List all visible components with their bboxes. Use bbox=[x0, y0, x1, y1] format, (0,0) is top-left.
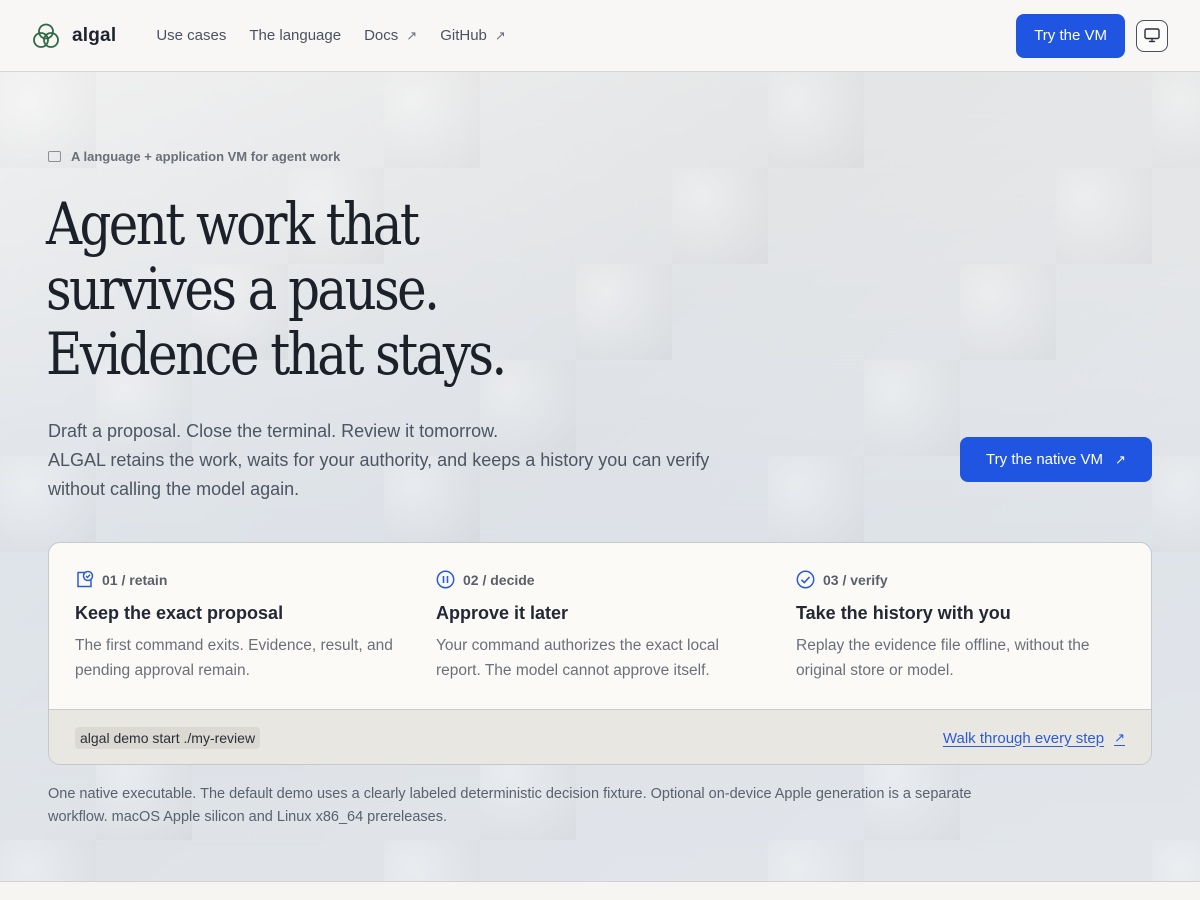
background-tile bbox=[768, 840, 864, 882]
background-tile bbox=[960, 264, 1056, 360]
headline-line: Agent work that bbox=[46, 190, 420, 258]
headline-line: survives a pause. bbox=[46, 255, 440, 323]
background-tile bbox=[384, 72, 480, 168]
external-link-icon: ↗ bbox=[1115, 451, 1126, 467]
step-body: Replay the evidence file offline, withou… bbox=[796, 637, 1090, 679]
demo-command[interactable]: algal demo start ./my-review bbox=[75, 727, 261, 749]
card-footer: algal demo start ./my-review Walk throug… bbox=[49, 709, 1151, 764]
terminal-icon bbox=[48, 151, 61, 162]
brand-logo[interactable]: algal bbox=[32, 22, 116, 50]
nav-label: GitHub bbox=[440, 27, 487, 44]
next-section-edge bbox=[0, 881, 1200, 900]
brand-name: algal bbox=[72, 24, 117, 46]
walkthrough-link[interactable]: Walk through every step ↗ bbox=[943, 730, 1125, 747]
step-tag-text: 01 / retain bbox=[102, 571, 168, 588]
step-tag-decide: 02 / decide bbox=[436, 570, 535, 589]
header-actions: Try the VM bbox=[1016, 13, 1168, 58]
eyebrow-text: A language + application VM for agent wo… bbox=[71, 149, 341, 164]
try-vm-button[interactable]: Try the VM bbox=[1016, 13, 1125, 58]
background-tile bbox=[384, 840, 480, 882]
steps-card: 01 / retain Keep the exact proposal The … bbox=[48, 542, 1152, 765]
button-label: Try the native VM bbox=[986, 451, 1104, 468]
nav-label: Use cases bbox=[156, 27, 227, 44]
headline-line: Evidence that stays. bbox=[46, 320, 507, 388]
pause-icon bbox=[436, 570, 455, 589]
step-body: Your command authorizes the exact local … bbox=[436, 637, 719, 679]
step-tag-text: 03 / verify bbox=[823, 571, 888, 588]
step-title: Keep the exact proposal bbox=[75, 603, 284, 623]
monitor-icon bbox=[1144, 28, 1160, 43]
step-tag-retain: 01 / retain bbox=[75, 570, 167, 589]
hero-eyebrow: A language + application VM for agent wo… bbox=[48, 149, 340, 164]
algal-logo-icon bbox=[33, 23, 59, 48]
nav-use-cases[interactable]: Use cases bbox=[156, 27, 226, 44]
hero-lede: Draft a proposal. Close the terminal. Re… bbox=[48, 417, 788, 504]
hero-headline: Agent work that survives a pause. Eviden… bbox=[46, 192, 746, 387]
background-tile bbox=[864, 360, 960, 456]
lede-line: without calling the model again. bbox=[48, 479, 300, 499]
background-tile bbox=[1152, 840, 1200, 882]
step-title: Approve it later bbox=[436, 603, 569, 623]
check-circle-icon bbox=[796, 570, 815, 589]
link-label: Walk through every step bbox=[942, 729, 1105, 747]
external-link-icon: ↗ bbox=[494, 27, 506, 43]
external-link-icon: ↗ bbox=[406, 27, 418, 43]
nav-label: Docs bbox=[364, 27, 399, 44]
nav-docs[interactable]: Docs ↗ bbox=[364, 27, 417, 44]
site-header: algal Use cases The language Docs ↗ GitHu… bbox=[0, 0, 1200, 72]
background-tile bbox=[0, 840, 96, 882]
display-mode-button[interactable] bbox=[1136, 19, 1168, 52]
nav-label: The language bbox=[249, 27, 342, 44]
background-tile bbox=[768, 72, 864, 168]
background-tile bbox=[1152, 456, 1200, 552]
nav-github[interactable]: GitHub ↗ bbox=[440, 27, 506, 44]
try-native-vm-button[interactable]: Try the native VM ↗ bbox=[960, 437, 1152, 482]
footnote: One native executable. The default demo … bbox=[48, 786, 972, 825]
background-tile bbox=[1152, 72, 1200, 168]
nav-the-language[interactable]: The language bbox=[249, 27, 341, 44]
step-tag-verify: 03 / verify bbox=[796, 570, 888, 589]
main-nav: Use cases The language Docs ↗ GitHub ↗ bbox=[156, 27, 528, 44]
background-tile bbox=[1056, 168, 1152, 264]
external-link-icon: ↗ bbox=[1114, 730, 1125, 745]
lede-line: ALGAL retains the work, waits for your a… bbox=[48, 450, 710, 470]
retain-icon bbox=[77, 570, 94, 588]
step-body: The first command exits. Evidence, resul… bbox=[75, 637, 393, 679]
step-title: Take the history with you bbox=[796, 603, 1011, 623]
lede-line: Draft a proposal. Close the terminal. Re… bbox=[48, 421, 499, 441]
step-tag-text: 02 / decide bbox=[463, 571, 535, 588]
